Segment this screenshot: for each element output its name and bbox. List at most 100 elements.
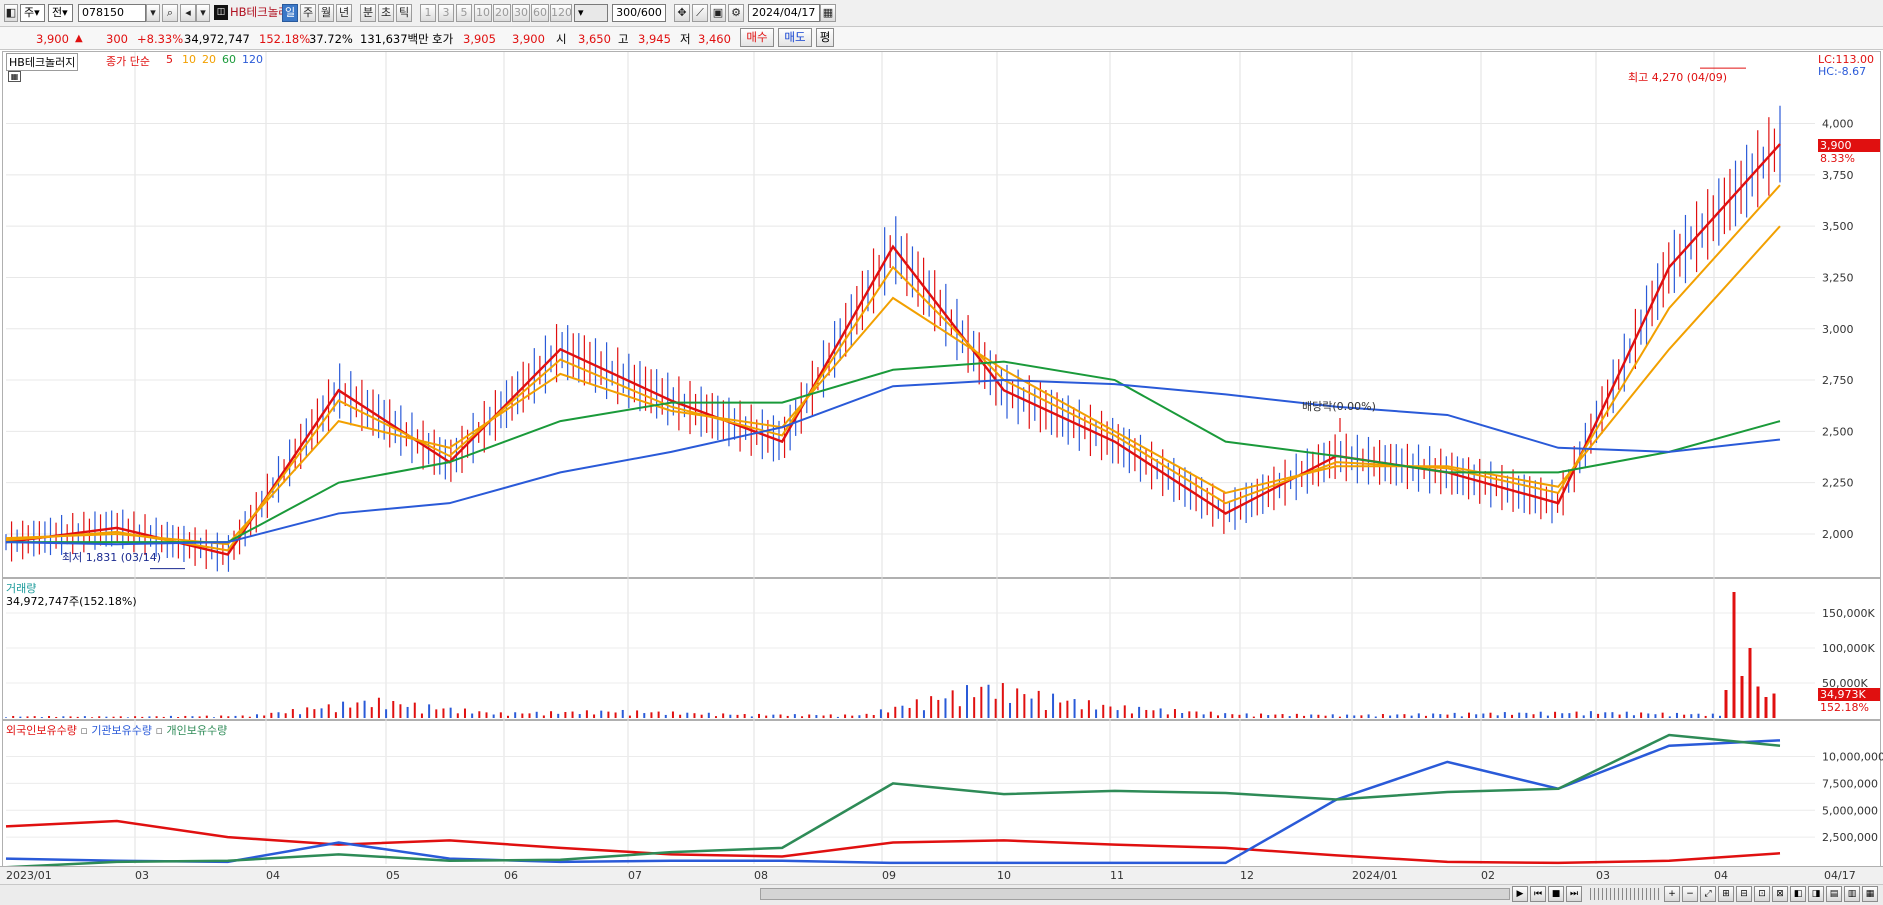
x-label-03b: 03 xyxy=(1596,869,1610,882)
save-icon[interactable]: ▣ xyxy=(710,4,726,22)
institution-holding-legend: 기관보유수량 xyxy=(91,724,153,737)
high-price: 3,945 xyxy=(638,32,671,46)
ask-price: 3,900 xyxy=(512,32,545,46)
stock-name-tag: HB테크놀러지 xyxy=(6,53,79,71)
settings-icon[interactable]: ⚙ xyxy=(728,4,744,22)
low-annotation: 최저 1,831 (03/14) xyxy=(62,551,162,564)
holdings-panel xyxy=(2,720,1881,867)
period-minute-button[interactable]: 분 xyxy=(360,4,376,22)
volume-last-tag: 34,973K xyxy=(1818,688,1880,701)
buy-button[interactable]: 매수 xyxy=(740,28,774,47)
tool-icon-9[interactable]: ▦ xyxy=(1862,886,1878,902)
interval-30-button[interactable]: 30 xyxy=(512,4,530,22)
stop-icon[interactable]: ■ xyxy=(1548,886,1564,902)
stock-code-value: 078150 xyxy=(82,6,124,19)
crosshair-icon[interactable]: ✥ xyxy=(674,4,690,22)
chart-type-icon[interactable]: ◫ xyxy=(214,5,228,20)
period-second-button[interactable]: 초 xyxy=(378,4,394,22)
tool-icon-6[interactable]: ◨ xyxy=(1808,886,1824,902)
period-month-button[interactable]: 월 xyxy=(318,4,334,22)
calendar-icon[interactable]: ▦ xyxy=(820,4,836,22)
price-change: 300 xyxy=(106,32,128,46)
draw-tool-icon[interactable]: ⟋ xyxy=(692,4,708,22)
interval-5-button[interactable]: 5 xyxy=(456,4,472,22)
period-select[interactable]: 주▾ xyxy=(20,4,45,22)
x-label-09: 09 xyxy=(882,869,896,882)
current-price: 3,900 xyxy=(36,32,69,46)
holdings-legend: 외국인보유수량 ▫ 기관보유수량 ▫ 개인보유수량 xyxy=(6,722,227,738)
code-dropdown-icon[interactable]: ▾ xyxy=(146,4,160,22)
zoom-out-icon[interactable]: − xyxy=(1682,886,1698,902)
type-select[interactable]: 전▾ xyxy=(48,4,73,22)
interval-120-button[interactable]: 120 xyxy=(550,4,572,22)
scroll-right-icon[interactable]: ▶ xyxy=(1512,886,1528,902)
eval-button[interactable]: 평 xyxy=(816,28,834,47)
period-week-button[interactable]: 주 xyxy=(300,4,316,22)
fit-icon[interactable]: ⤢ xyxy=(1700,886,1716,902)
period-year-button[interactable]: 년 xyxy=(336,4,352,22)
speaker-dropdown-icon[interactable]: ▾ xyxy=(196,4,210,22)
x-label-2024-01: 2024/01 xyxy=(1352,869,1398,882)
period-tick-button[interactable]: 틱 xyxy=(396,4,412,22)
zoom-in-icon[interactable]: + xyxy=(1664,886,1680,902)
x-label-04b: 04 xyxy=(1714,869,1728,882)
stock-name: HB테크놀러 xyxy=(230,5,289,19)
scroll-last-icon[interactable]: ⏭ xyxy=(1566,886,1582,902)
trade-amount: 131,637백만 xyxy=(360,32,429,46)
ma-legend-120: 120 xyxy=(242,53,263,66)
foreign-holding-legend: 외국인보유수량 xyxy=(6,724,77,737)
price-panel xyxy=(2,51,1881,578)
open-price: 3,650 xyxy=(578,32,611,46)
stock-code-input[interactable]: 078150 xyxy=(78,4,146,22)
sell-button[interactable]: 매도 xyxy=(778,28,812,47)
tool-icon-7[interactable]: ▤ xyxy=(1826,886,1842,902)
ma-legend-5: 5 xyxy=(166,53,173,66)
individual-holding-legend: 개인보유수량 xyxy=(166,724,228,737)
low-price: 3,460 xyxy=(698,32,731,46)
tool-icon-3[interactable]: ⊡ xyxy=(1754,886,1770,902)
interval-20-button[interactable]: 20 xyxy=(493,4,511,22)
bid-label: 호가 xyxy=(432,32,454,46)
volume-summary: 34,972,747주(152.18%) xyxy=(6,595,137,608)
search-icon[interactable]: ⌕ xyxy=(162,4,178,22)
volume: 34,972,747 xyxy=(184,32,250,46)
interval-10-button[interactable]: 10 xyxy=(474,4,492,22)
custom-interval-input[interactable]: ▾ xyxy=(574,4,608,22)
zoom-slider[interactable] xyxy=(1590,888,1660,900)
type-select-value: 전 xyxy=(52,6,63,19)
speaker-icon[interactable]: ◂ xyxy=(180,4,196,22)
interval-60-button[interactable]: 60 xyxy=(531,4,549,22)
count-input[interactable]: 300/600 xyxy=(612,4,666,22)
x-label-02: 02 xyxy=(1481,869,1495,882)
window-menu-icon[interactable]: ◧ xyxy=(4,4,18,22)
volume-ratio: 152.18% xyxy=(259,32,311,46)
x-label-06: 06 xyxy=(504,869,518,882)
period-select-value: 주 xyxy=(24,6,35,19)
x-label-05: 05 xyxy=(386,869,400,882)
panel-menu-icon[interactable]: ▦ xyxy=(8,71,21,82)
tool-icon-8[interactable]: ▥ xyxy=(1844,886,1860,902)
tool-icon-4[interactable]: ⊠ xyxy=(1772,886,1788,902)
x-label-04: 04 xyxy=(266,869,280,882)
up-arrow-icon: ▲ xyxy=(75,33,83,44)
scroll-first-icon[interactable]: ⏮ xyxy=(1530,886,1546,902)
interval-1-button[interactable]: 1 xyxy=(420,4,436,22)
high-annotation: 최고 4,270 (04/09) xyxy=(1628,71,1728,84)
last-price-tag: 3,900 xyxy=(1818,139,1880,152)
x-label-10: 10 xyxy=(997,869,1011,882)
interval-3-button[interactable]: 3 xyxy=(438,4,454,22)
last-pct-tag: 8.33% xyxy=(1820,152,1855,165)
tool-icon-5[interactable]: ◧ xyxy=(1790,886,1806,902)
tool-icon-1[interactable]: ⊞ xyxy=(1718,886,1734,902)
legend-separator-icon-2: ▫ xyxy=(155,724,164,737)
x-label-12: 12 xyxy=(1240,869,1254,882)
open-label: 시 xyxy=(556,32,567,46)
period-day-button[interactable]: 일 xyxy=(282,4,298,22)
ma-legend-60: 60 xyxy=(222,53,236,66)
scroll-thumb[interactable] xyxy=(760,888,1510,900)
hc-label: HC:-8.67 xyxy=(1818,65,1867,78)
tool-icon-2[interactable]: ⊟ xyxy=(1736,886,1752,902)
volume-panel xyxy=(2,578,1881,720)
date-input[interactable]: 2024/04/17 xyxy=(748,4,820,22)
price-change-pct: +8.33% xyxy=(137,32,184,46)
